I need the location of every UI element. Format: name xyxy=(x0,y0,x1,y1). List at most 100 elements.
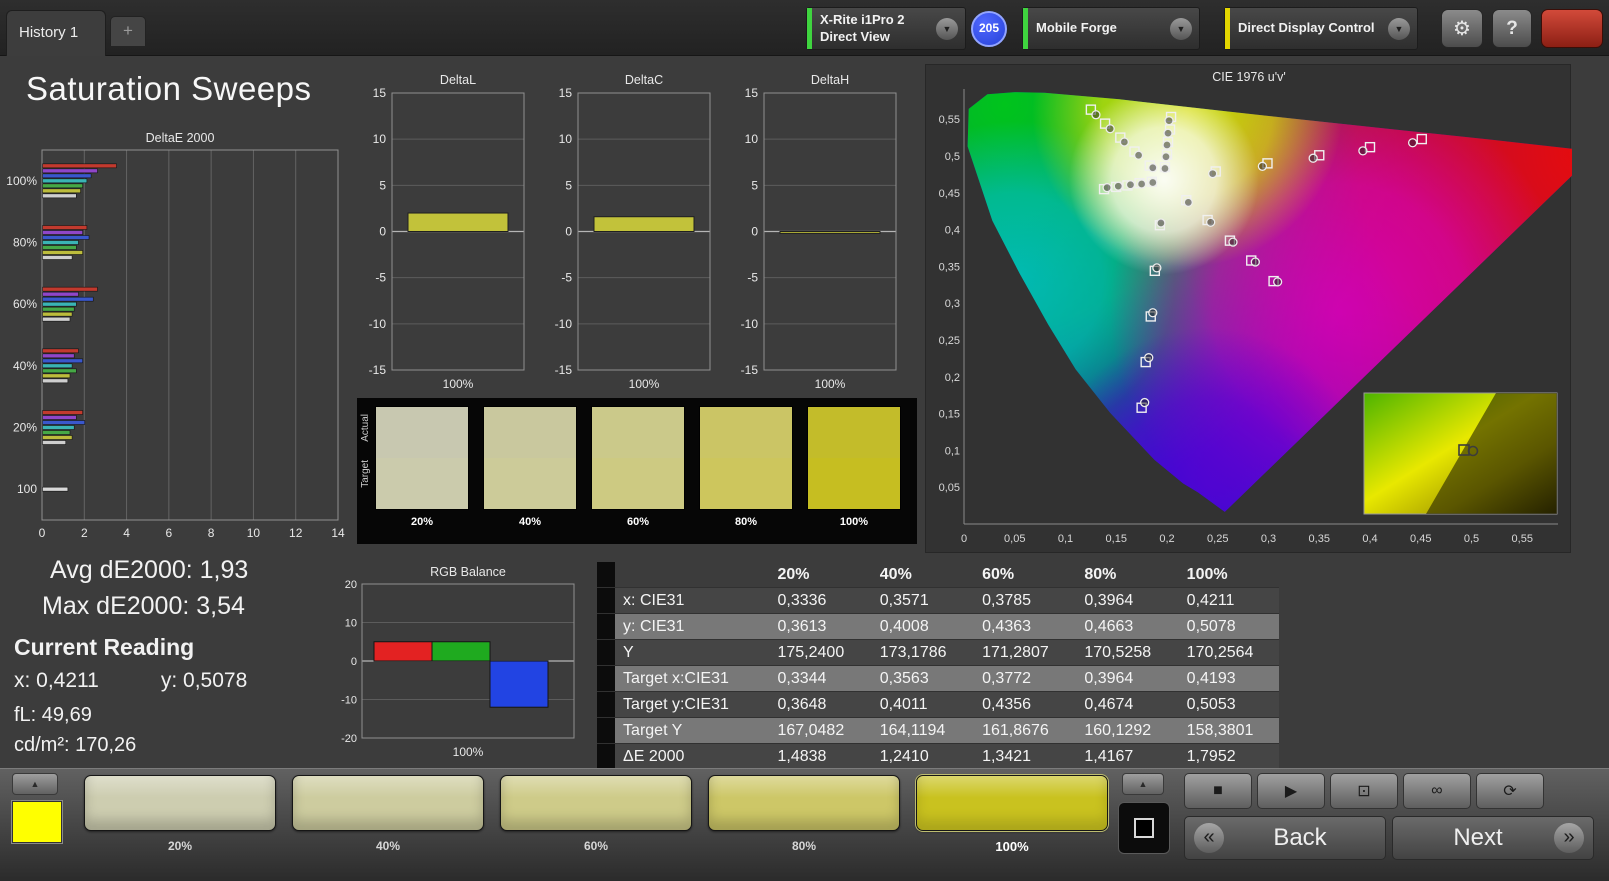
saturation-button-label: 80% xyxy=(791,839,817,853)
table-header xyxy=(615,562,768,588)
help-button[interactable]: ? xyxy=(1492,9,1532,48)
cell-value: 160,1292 xyxy=(1074,717,1177,744)
settings-button[interactable]: ⚙ xyxy=(1441,9,1483,48)
svg-text:0: 0 xyxy=(379,225,386,239)
svg-text:-10: -10 xyxy=(555,317,573,331)
cell-value: 0,4356 xyxy=(972,691,1075,718)
current-xy-readout: x: 0,4211 y: 0,5078 xyxy=(14,669,247,693)
single-measure-button[interactable]: ⊡ xyxy=(1330,773,1398,809)
cell-value: 0,4211 xyxy=(1176,587,1279,614)
meter-selector[interactable]: X-Rite i1Pro 2 Direct View ▼ xyxy=(806,7,966,50)
svg-text:0,2: 0,2 xyxy=(1159,533,1174,545)
svg-text:0,4: 0,4 xyxy=(1362,533,1377,545)
cell-value: 1,7952 xyxy=(1176,743,1279,770)
cell-value: 0,4663 xyxy=(1074,613,1177,640)
chevron-down-icon[interactable]: ▼ xyxy=(936,17,958,40)
svg-text:0,05: 0,05 xyxy=(939,482,960,494)
measurement-count-badge[interactable]: 205 xyxy=(971,11,1007,47)
refresh-button[interactable]: ⟳ xyxy=(1476,773,1544,809)
meter-status-indicator xyxy=(807,8,812,49)
saturation-button-80%[interactable] xyxy=(708,775,900,831)
continuous-measure-button[interactable]: ∞ xyxy=(1403,773,1471,809)
saturation-button-60%[interactable] xyxy=(500,775,692,831)
cell-value: 0,3964 xyxy=(1074,665,1177,692)
table-row: y: CIE31 0,3613 0,4008 0,4363 0,4663 0,5078 xyxy=(597,613,1279,640)
svg-text:100%: 100% xyxy=(6,174,37,188)
results-table: 20% 40% 60% 80% 100% x: CIE31 0,3336 0,3571 0,37… xyxy=(597,562,1279,770)
patch-swatch-40% xyxy=(483,406,577,510)
source-status-indicator xyxy=(1023,8,1028,49)
table-row: Target x:CIE31 0,3344 0,3563 0,3772 0,3964 0,… xyxy=(597,665,1279,692)
swatch-label: 60% xyxy=(626,516,650,528)
svg-text:2: 2 xyxy=(81,526,88,540)
svg-text:0,45: 0,45 xyxy=(939,188,960,200)
next-label: Next xyxy=(1453,824,1503,851)
deltae2000-chart: DeltaE 2000 0 2 4 6 8 10 12 14 100% 80% 60% 40% 20% 10… xyxy=(0,128,352,548)
pattern-scroll-up-button[interactable]: ▲ xyxy=(1122,773,1164,795)
actual-color xyxy=(484,407,576,458)
svg-text:-10: -10 xyxy=(341,695,357,707)
display-control-status-indicator xyxy=(1225,8,1230,49)
svg-text:80%: 80% xyxy=(13,236,37,250)
svg-text:CIE 1976 u'v': CIE 1976 u'v' xyxy=(1212,70,1286,84)
tab-history-1[interactable]: History 1 xyxy=(6,10,106,56)
svg-text:0,05: 0,05 xyxy=(1004,533,1025,545)
cell-value: 170,5258 xyxy=(1074,639,1177,666)
cell-value: 0,3336 xyxy=(767,587,870,614)
table-row: Y 175,2400 173,1786 171,2807 170,5258 170,256… xyxy=(597,639,1279,666)
cell-value: 170,2564 xyxy=(1176,639,1279,666)
saturation-button-20%[interactable] xyxy=(84,775,276,831)
svg-text:10: 10 xyxy=(247,526,261,540)
patch-swatch-80% xyxy=(699,406,793,510)
session-stop-button[interactable] xyxy=(1541,9,1603,48)
measurement-controls: ■ ▶ ⊡ ∞ ⟳ xyxy=(1184,773,1544,809)
svg-text:-5: -5 xyxy=(375,271,386,285)
cell-value: 161,8676 xyxy=(972,717,1075,744)
patch-scroll-up-button[interactable]: ▲ xyxy=(12,773,58,795)
back-label: Back xyxy=(1273,824,1327,851)
back-button[interactable]: « Back xyxy=(1184,816,1386,860)
svg-text:6: 6 xyxy=(166,526,173,540)
svg-text:DeltaH: DeltaH xyxy=(811,73,849,87)
chevron-down-icon[interactable]: ▼ xyxy=(1388,17,1410,40)
reading-fl: fL: 49,69 xyxy=(14,704,92,726)
row-label: x: CIE31 xyxy=(615,587,768,614)
saturation-button-label: 60% xyxy=(583,839,609,853)
svg-text:0,15: 0,15 xyxy=(1106,533,1127,545)
source-selector[interactable]: Mobile Forge ▼ xyxy=(1022,7,1200,50)
patch-swatch-100% xyxy=(807,406,901,510)
delta-l-chart: DeltaL 15 10 5 0 -5 -10 -15 100% xyxy=(356,70,536,394)
delta-h-chart: DeltaH 15 10 5 0 -5 -10 -15 100% xyxy=(728,70,908,394)
top-bar: History 1 + X-Rite i1Pro 2 Direct View ▼… xyxy=(0,0,1609,56)
row-label: y: CIE31 xyxy=(615,613,768,640)
chevron-down-icon[interactable]: ▼ xyxy=(1170,17,1192,40)
svg-text:0: 0 xyxy=(39,526,46,540)
svg-text:10: 10 xyxy=(559,132,573,146)
next-button[interactable]: Next » xyxy=(1392,816,1594,860)
actual-color xyxy=(592,407,684,458)
display-control-selector[interactable]: Direct Display Control ▼ xyxy=(1224,7,1418,50)
svg-text:-20: -20 xyxy=(341,733,357,745)
cell-value: 0,4011 xyxy=(869,691,973,718)
saturation-button-40%[interactable] xyxy=(292,775,484,831)
current-reading-label: Current Reading xyxy=(14,634,195,660)
stop-button[interactable]: ■ xyxy=(1184,773,1252,809)
actual-color xyxy=(376,407,468,458)
saturation-button-100%[interactable] xyxy=(916,775,1108,831)
svg-text:10: 10 xyxy=(373,132,387,146)
cell-value: 0,3344 xyxy=(767,665,870,692)
pattern-window-button[interactable] xyxy=(1118,802,1170,854)
table-row: Target Y 167,0482 164,1194 161,8676 160,1292… xyxy=(597,717,1279,744)
swatch-label: 40% xyxy=(518,516,542,528)
svg-text:5: 5 xyxy=(565,178,572,192)
svg-text:0,1: 0,1 xyxy=(945,445,960,457)
pattern-square-icon xyxy=(1134,818,1154,838)
svg-text:100: 100 xyxy=(17,482,37,496)
play-button[interactable]: ▶ xyxy=(1257,773,1325,809)
source-label: Mobile Forge xyxy=(1036,20,1117,36)
max-de2000-readout: Max dE2000: 3,54 xyxy=(42,592,245,620)
svg-text:0,3: 0,3 xyxy=(945,298,960,310)
add-tab-button[interactable]: + xyxy=(110,16,146,46)
svg-text:0,55: 0,55 xyxy=(1512,533,1533,545)
current-patch-swatch[interactable] xyxy=(11,800,63,844)
